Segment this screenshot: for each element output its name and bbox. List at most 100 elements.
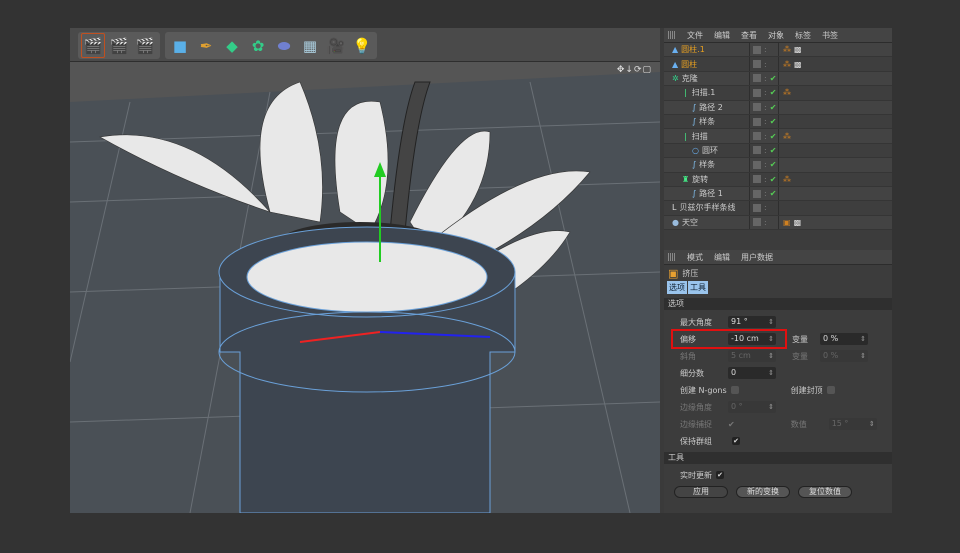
object-row[interactable]: ▲ 圆柱.1: ⁂ ▩ — [664, 43, 892, 58]
subdivision-input[interactable]: 0 — [728, 367, 776, 379]
layer-icon[interactable] — [753, 160, 761, 169]
object-name[interactable]: 圆柱.1 — [681, 44, 705, 55]
compositing-tag[interactable]: ▣ — [783, 218, 791, 227]
visibility-dots-icon[interactable]: : — [764, 60, 767, 69]
deformer-icon[interactable]: ⬬ — [272, 33, 296, 58]
texture-tag[interactable]: ▩ — [794, 218, 802, 227]
layer-icon[interactable] — [753, 60, 761, 69]
layer-icon[interactable] — [753, 88, 761, 97]
layer-icon[interactable] — [753, 132, 761, 141]
object-name[interactable]: 扫描.1 — [692, 87, 716, 98]
apply-button[interactable]: 应用 — [674, 486, 728, 498]
visibility-dots-icon[interactable]: : — [764, 74, 767, 83]
visibility-dots-icon[interactable]: : — [764, 88, 767, 97]
object-name[interactable]: 天空 — [682, 217, 698, 228]
layer-icon[interactable] — [753, 146, 761, 155]
enabled-check-icon[interactable]: ✔ — [770, 160, 777, 169]
3d-viewport[interactable]: ✥↓⟳▢ — [70, 62, 660, 513]
create-caps-checkbox[interactable] — [826, 386, 835, 394]
object-row[interactable]: ∫ 路径 1: ✔ — [664, 186, 892, 202]
object-name[interactable]: 扫描 — [692, 131, 708, 142]
texture-tag[interactable]: ▩ — [794, 45, 802, 54]
viewport-nav-icons[interactable]: ✥↓⟳▢ — [617, 65, 652, 75]
visibility-dots-icon[interactable]: : — [764, 117, 767, 126]
tab-options[interactable]: 选项 — [667, 281, 687, 294]
pen-spline-icon[interactable]: ✒ — [194, 33, 218, 58]
menu-view[interactable]: 查看 — [741, 30, 757, 41]
offset-input[interactable]: -10 cm — [728, 333, 776, 345]
object-name[interactable]: 路径 1 — [699, 188, 723, 199]
grip-icon[interactable] — [668, 31, 676, 39]
object-row[interactable]: ❘ 扫描.1: ✔ ⁂ — [664, 86, 892, 101]
object-row[interactable]: ♜ 旋转: ✔ ⁂ — [664, 172, 892, 187]
render-settings-icon[interactable]: 🎬 — [133, 33, 157, 58]
layer-icon[interactable] — [753, 175, 761, 184]
object-row[interactable]: ▲ 圆柱: ⁂ ▩ — [664, 57, 892, 72]
texture-tag[interactable]: ▩ — [794, 60, 802, 69]
reset-values-button[interactable]: 复位数值 — [798, 486, 852, 498]
object-name[interactable]: 贝兹尔手样条线 — [679, 202, 735, 213]
object-name[interactable]: 克隆 — [682, 73, 698, 84]
create-ngons-checkbox[interactable] — [730, 386, 739, 394]
phong-tag[interactable]: ⁂ — [783, 45, 791, 54]
phong-tag[interactable]: ⁂ — [783, 132, 791, 141]
enabled-check-icon[interactable]: ✔ — [770, 103, 777, 112]
menu-tags[interactable]: 标签 — [795, 30, 811, 41]
menu-edit[interactable]: 编辑 — [714, 30, 730, 41]
visibility-dots-icon[interactable]: : — [764, 218, 767, 227]
object-row[interactable]: ∫ 样条: ✔ — [664, 158, 892, 173]
grip-icon[interactable] — [668, 253, 676, 261]
max-angle-input[interactable]: 91 ° — [728, 316, 776, 328]
layer-icon[interactable] — [753, 203, 761, 212]
menu-object[interactable]: 对象 — [768, 30, 784, 41]
layer-icon[interactable] — [753, 103, 761, 112]
visibility-dots-icon[interactable]: : — [764, 103, 767, 112]
object-row[interactable]: ❘ 扫描: ✔ ⁂ — [664, 129, 892, 144]
layer-icon[interactable] — [753, 117, 761, 126]
enabled-check-icon[interactable]: ✔ — [770, 74, 777, 83]
layer-icon[interactable] — [753, 189, 761, 198]
menu-edit[interactable]: 编辑 — [714, 252, 730, 263]
keep-groups-checkbox[interactable]: ✔ — [732, 437, 740, 445]
object-row[interactable]: ● 天空: ▣ ▩ — [664, 215, 892, 231]
enabled-check-icon[interactable]: ✔ — [770, 175, 777, 184]
array-icon[interactable]: ✿ — [246, 33, 270, 58]
render-picture-viewer-icon[interactable]: 🎬 — [107, 33, 131, 58]
object-row[interactable]: ✲ 克隆: ✔ — [664, 71, 892, 87]
visibility-dots-icon[interactable]: : — [764, 132, 767, 141]
layer-icon[interactable] — [753, 45, 761, 54]
tab-tool[interactable]: 工具 — [688, 281, 708, 294]
visibility-dots-icon[interactable]: : — [764, 160, 767, 169]
object-name[interactable]: 旋转 — [692, 174, 708, 185]
floor-icon[interactable]: ▦ — [298, 33, 322, 58]
realtime-update-checkbox[interactable]: ✔ — [716, 471, 724, 479]
visibility-dots-icon[interactable]: : — [764, 146, 767, 155]
menu-file[interactable]: 文件 — [687, 30, 703, 41]
object-name[interactable]: 样条 — [699, 159, 715, 170]
enabled-check-icon[interactable]: ✔ — [770, 117, 777, 126]
enabled-check-icon[interactable]: ✔ — [770, 189, 777, 198]
new-transform-button[interactable]: 新的变换 — [736, 486, 790, 498]
object-row[interactable]: ○ 圆环: ✔ — [664, 143, 892, 159]
menu-bookmarks[interactable]: 书签 — [822, 30, 838, 41]
object-name[interactable]: 路径 2 — [699, 102, 723, 113]
object-name[interactable]: 圆柱 — [681, 59, 697, 70]
enabled-check-icon[interactable]: ✔ — [770, 132, 777, 141]
object-row[interactable]: ∫ 样条: ✔ — [664, 114, 892, 130]
phong-tag[interactable]: ⁂ — [783, 175, 791, 184]
object-row[interactable]: ∫ 路径 2: ✔ — [664, 100, 892, 115]
layer-icon[interactable] — [753, 218, 761, 227]
object-name[interactable]: 圆环 — [702, 145, 718, 156]
cube-icon[interactable]: ■ — [168, 33, 192, 58]
visibility-dots-icon[interactable]: : — [764, 203, 767, 212]
object-row[interactable]: L 贝兹尔手样条线: — [664, 201, 892, 216]
visibility-dots-icon[interactable]: : — [764, 45, 767, 54]
menu-mode[interactable]: 模式 — [687, 252, 703, 263]
subdivision-icon[interactable]: ◆ — [220, 33, 244, 58]
enabled-check-icon[interactable]: ✔ — [770, 88, 777, 97]
phong-tag[interactable]: ⁂ — [783, 88, 791, 97]
visibility-dots-icon[interactable]: : — [764, 189, 767, 198]
enabled-check-icon[interactable]: ✔ — [770, 146, 777, 155]
camera-icon[interactable]: 🎥 — [324, 33, 348, 58]
menu-user-data[interactable]: 用户数据 — [741, 252, 773, 263]
